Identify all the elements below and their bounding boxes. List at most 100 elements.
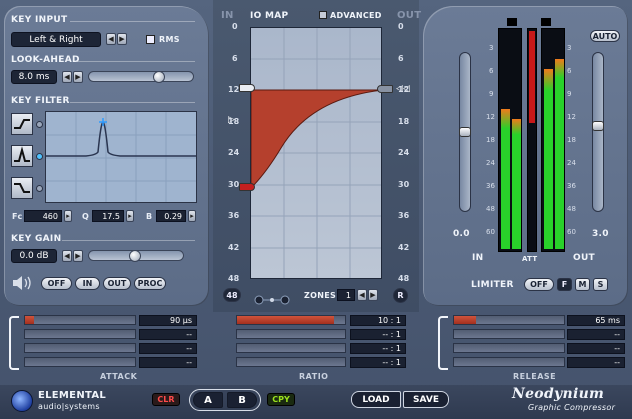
slider-knob[interactable]	[129, 250, 141, 262]
zones-field[interactable]: 1	[337, 289, 355, 301]
meter-scale-label: 6	[489, 67, 494, 75]
fader-knob[interactable]	[592, 121, 604, 131]
divider	[70, 102, 195, 103]
release-value[interactable]: 65 ms	[567, 315, 625, 326]
input-meter-bar-l	[501, 109, 510, 249]
prev-arrow-icon[interactable]: ◀	[62, 71, 72, 83]
attack-value[interactable]: --	[139, 343, 197, 354]
radio-button[interactable]	[36, 121, 43, 128]
release-value[interactable]: --	[567, 343, 625, 354]
limiter-off-button[interactable]: OFF	[524, 278, 554, 291]
filter-type-lowpass-button[interactable]	[11, 177, 33, 199]
q-field[interactable]: 17.5	[92, 210, 124, 222]
q-spinner-icon[interactable]: ▸	[126, 210, 134, 222]
attack-slider[interactable]	[24, 315, 136, 325]
prev-arrow-icon[interactable]: ◀	[357, 289, 367, 301]
key-gain-label: KEY GAIN	[11, 234, 62, 244]
release-slider-fill	[454, 316, 476, 324]
attack-slider[interactable]	[24, 343, 136, 353]
limiter-s-button[interactable]: S	[593, 278, 608, 291]
clear-button[interactable]: CLR	[152, 393, 180, 406]
reset-button[interactable]: R	[393, 288, 408, 303]
look-ahead-slider[interactable]	[88, 71, 194, 83]
threshold-handle[interactable]	[239, 84, 255, 92]
ratio-value[interactable]: -- : 1	[350, 357, 406, 368]
key-gain-spinner: ◀ ▶	[62, 250, 83, 262]
io-map-graph[interactable]	[250, 27, 382, 279]
floor-handle[interactable]	[239, 183, 255, 191]
meter-scale-label: 3	[489, 44, 494, 52]
b-field[interactable]: 0.29	[156, 210, 186, 222]
limiter-f-button[interactable]: F	[557, 278, 572, 291]
ratio-value[interactable]: 10 : 1	[350, 315, 406, 326]
auto-gain-button[interactable]: AUTO	[590, 30, 620, 42]
io-map-tick-left: 12	[228, 85, 240, 94]
product-subtitle: Graphic Compressor	[528, 403, 616, 412]
attack-value[interactable]: 90 µs	[139, 315, 197, 326]
release-slider[interactable]	[453, 315, 565, 325]
look-ahead-value[interactable]: 8.0 ms	[11, 70, 57, 84]
release-slider[interactable]	[453, 329, 565, 339]
radio-button[interactable]	[36, 185, 43, 192]
next-arrow-icon[interactable]: ▶	[73, 71, 83, 83]
ratio-slider[interactable]	[236, 329, 346, 339]
output-gain-value: 3.0	[592, 229, 609, 239]
release-value[interactable]: --	[567, 357, 625, 368]
range-button[interactable]: 48	[223, 288, 241, 302]
fc-label: Fc	[12, 212, 23, 221]
output-handle[interactable]	[377, 85, 393, 93]
next-arrow-icon[interactable]: ▶	[73, 250, 83, 262]
elemental-logo-icon	[11, 390, 33, 412]
meter-scale-label: 24	[486, 159, 495, 167]
key-gain-slider[interactable]	[88, 250, 184, 262]
attack-value[interactable]: --	[139, 329, 197, 340]
zone-add-icon[interactable]	[254, 290, 290, 305]
load-button[interactable]: LOAD	[351, 391, 401, 408]
b-spinner-icon[interactable]: ▸	[188, 210, 196, 222]
next-arrow-icon[interactable]: ▶	[117, 33, 127, 45]
filter-type-bandpass-button[interactable]	[11, 145, 33, 167]
release-slider[interactable]	[453, 357, 565, 367]
monitor-in-button[interactable]: IN	[75, 277, 100, 290]
output-gain-fader[interactable]	[592, 52, 604, 212]
key-input-label: KEY INPUT	[11, 15, 68, 25]
attack-slider[interactable]	[24, 329, 136, 339]
monitor-off-button[interactable]: OFF	[41, 277, 72, 290]
prev-arrow-icon[interactable]: ◀	[62, 250, 72, 262]
advanced-checkbox[interactable]	[319, 11, 327, 19]
rms-checkbox[interactable]	[146, 35, 155, 44]
key-filter-graph[interactable]	[45, 111, 197, 203]
fc-field[interactable]: 460	[24, 210, 62, 222]
fader-knob[interactable]	[459, 127, 471, 137]
copy-button[interactable]: CPY	[267, 393, 295, 406]
bandpass-icon	[14, 146, 30, 162]
ratio-value[interactable]: -- : 1	[350, 329, 406, 340]
monitor-out-button[interactable]: OUT	[103, 277, 131, 290]
prev-arrow-icon[interactable]: ◀	[106, 33, 116, 45]
release-slider[interactable]	[453, 343, 565, 353]
attack-slider-fill	[25, 316, 34, 324]
preset-a-button[interactable]: A	[193, 392, 223, 408]
attack-slider[interactable]	[24, 357, 136, 367]
attack-bracket-icon	[9, 316, 19, 370]
fc-spinner-icon[interactable]: ▸	[64, 210, 72, 222]
slider-knob[interactable]	[153, 71, 165, 83]
filter-type-highpass-button[interactable]	[11, 113, 33, 135]
preset-b-button[interactable]: B	[227, 392, 257, 408]
next-arrow-icon[interactable]: ▶	[368, 289, 378, 301]
key-gain-value[interactable]: 0.0 dB	[11, 249, 57, 263]
ratio-slider[interactable]	[236, 343, 346, 353]
ratio-value[interactable]: -- : 1	[350, 343, 406, 354]
save-button[interactable]: SAVE	[403, 391, 449, 408]
release-value[interactable]: --	[567, 329, 625, 340]
limiter-m-button[interactable]: M	[575, 278, 590, 291]
attack-value[interactable]: --	[139, 357, 197, 368]
monitor-proc-button[interactable]: PROC	[134, 277, 166, 290]
radio-button-selected[interactable]	[36, 153, 43, 160]
io-map-tick-left: 6	[232, 53, 238, 63]
divider	[62, 240, 195, 241]
input-gain-fader[interactable]	[459, 52, 471, 212]
key-input-source-dropdown[interactable]: Left & Right	[11, 32, 101, 47]
ratio-slider[interactable]	[236, 357, 346, 367]
ratio-slider[interactable]	[236, 315, 346, 325]
